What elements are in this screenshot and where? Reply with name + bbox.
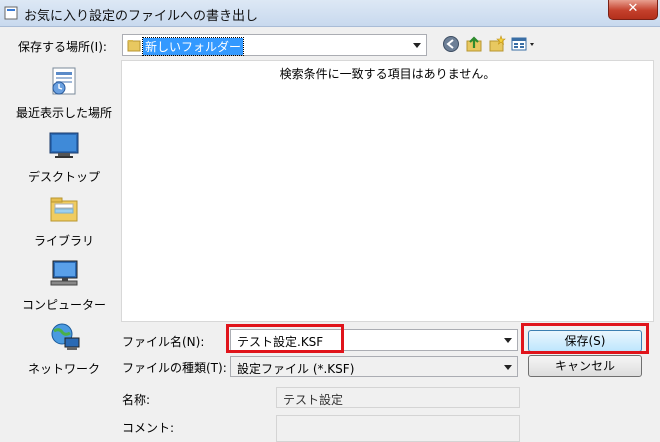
place-label: コンピューター: [21, 298, 106, 312]
back-arrow-icon[interactable]: [442, 35, 460, 53]
up-folder-icon[interactable]: [465, 35, 483, 53]
save-location-label: 保存する場所(I):: [18, 40, 107, 54]
filename-highlight-box: [226, 324, 344, 353]
desktop-icon: [49, 132, 79, 158]
place-recent[interactable]: 最近表示した場所: [10, 66, 118, 122]
app-icon: [4, 6, 18, 20]
chevron-down-icon[interactable]: [504, 338, 512, 343]
selected-folder-name: 新しいフォルダー: [141, 37, 245, 56]
name-label: 名称:: [122, 393, 151, 407]
comment-field: [276, 415, 520, 442]
place-computer[interactable]: コンピューター: [10, 258, 118, 314]
filetype-select[interactable]: 設定ファイル (*.KSF): [230, 356, 518, 377]
cancel-button[interactable]: キャンセル: [528, 355, 642, 377]
place-label: 最近表示した場所: [15, 106, 112, 120]
view-menu-icon[interactable]: [511, 35, 539, 53]
close-button[interactable]: ✕: [608, 0, 658, 20]
filename-label: ファイル名(N):: [122, 335, 205, 349]
window-title: お気に入り設定のファイルへの書き出し: [24, 9, 259, 24]
chevron-down-icon: [504, 364, 512, 370]
computer-icon: [50, 260, 78, 286]
comment-label: コメント:: [122, 421, 175, 435]
chevron-down-icon: [413, 43, 421, 48]
recent-places-icon: [52, 67, 76, 95]
place-label: ネットワーク: [27, 362, 100, 376]
save-dialog: お気に入り設定のファイルへの書き出し ✕ 保存する場所(I): 新しいフォルダー: [0, 0, 660, 442]
place-label: ライブラリ: [33, 234, 94, 248]
folder-icon: [127, 40, 141, 52]
file-list[interactable]: 検索条件に一致する項目はありません。: [121, 60, 654, 322]
place-libraries[interactable]: ライブラリ: [10, 194, 118, 250]
name-value: テスト設定: [283, 393, 344, 407]
empty-message: 検索条件に一致する項目はありません。: [279, 67, 496, 81]
place-desktop[interactable]: デスクトップ: [10, 130, 118, 186]
libraries-icon: [50, 197, 78, 222]
place-network[interactable]: ネットワーク: [10, 322, 118, 378]
new-folder-icon[interactable]: [488, 35, 506, 53]
place-label: デスクトップ: [27, 170, 100, 184]
places-bar: 最近表示した場所 デスクトップ ライブラリ コンピューター ネットワーク: [10, 60, 118, 382]
title-bar[interactable]: お気に入り設定のファイルへの書き出し ✕: [0, 0, 660, 27]
filetype-label: ファイルの種類(T):: [122, 361, 227, 375]
filetype-value: 設定ファイル (*.KSF): [237, 362, 355, 376]
network-icon: [51, 323, 80, 350]
name-field: テスト設定: [276, 387, 520, 408]
save-highlight-box: [521, 323, 649, 354]
save-location-combo[interactable]: 新しいフォルダー: [122, 34, 427, 56]
